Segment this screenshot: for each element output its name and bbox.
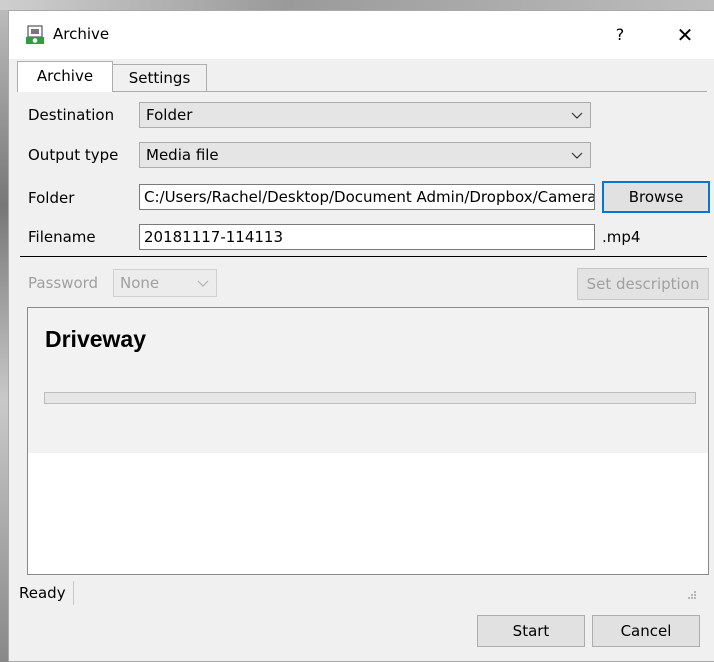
browse-button[interactable]: Browse — [602, 181, 710, 213]
archive-progress-bar — [44, 392, 696, 404]
folder-input[interactable]: C:/Users/Rachel/Desktop/Document Admin/D… — [139, 184, 595, 210]
tab-settings[interactable]: Settings — [113, 64, 207, 91]
password-value: None — [120, 274, 160, 292]
archive-dialog: Archive ? ✕ Archive Settings Destination… — [8, 10, 714, 662]
title-bar[interactable]: Archive ? ✕ — [9, 11, 714, 59]
archive-camera-icon — [26, 25, 44, 44]
password-select[interactable]: None — [113, 269, 217, 297]
file-extension: .mp4 — [602, 228, 641, 246]
start-button[interactable]: Start — [477, 615, 585, 647]
close-button[interactable]: ✕ — [669, 21, 701, 49]
chevron-down-icon — [197, 280, 209, 287]
archive-item-list[interactable]: Driveway — [27, 307, 709, 575]
separator — [20, 256, 707, 257]
resize-grip-icon[interactable] — [687, 590, 697, 600]
destination-value: Folder — [146, 106, 193, 124]
cancel-button[interactable]: Cancel — [592, 615, 700, 647]
set-description-button[interactable]: Set description — [577, 268, 709, 300]
tab-archive[interactable]: Archive — [17, 61, 113, 92]
desktop-background-left — [0, 10, 8, 662]
filename-input[interactable]: 20181117-114113 — [139, 224, 595, 250]
status-divider — [73, 581, 74, 605]
help-button[interactable]: ? — [605, 21, 635, 49]
chevron-down-icon — [571, 112, 583, 119]
status-text: Ready — [19, 584, 66, 602]
output-type-value: Media file — [146, 146, 219, 164]
camera-name: Driveway — [45, 326, 147, 352]
archive-tab-panel: Destination Folder Output type Media fil… — [17, 91, 710, 587]
output-type-label: Output type — [28, 146, 119, 164]
password-label: Password — [28, 274, 99, 292]
folder-label: Folder — [28, 189, 75, 207]
filename-label: Filename — [28, 228, 96, 246]
chevron-down-icon — [571, 152, 583, 159]
desktop-background-top — [0, 0, 714, 10]
window-title: Archive — [53, 25, 110, 43]
destination-label: Destination — [28, 106, 115, 124]
output-type-select[interactable]: Media file — [139, 142, 591, 168]
status-bar: Ready — [9, 578, 714, 608]
list-item[interactable]: Driveway — [28, 308, 708, 453]
destination-select[interactable]: Folder — [139, 102, 591, 128]
